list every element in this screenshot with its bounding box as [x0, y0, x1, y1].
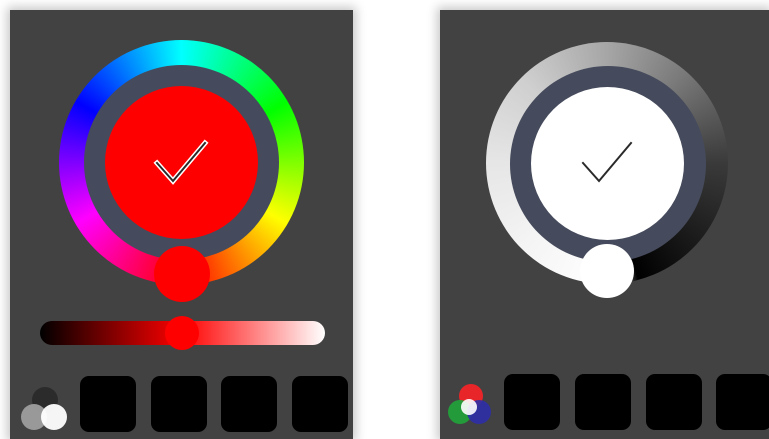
grayscale-ring-knob[interactable]: [580, 244, 634, 298]
preset-slot-3[interactable]: [646, 374, 702, 430]
grayscale-mode-icon[interactable]: [19, 384, 69, 434]
selected-color-swatch[interactable]: [105, 86, 258, 239]
white-picker-panel: [440, 10, 769, 439]
rgb-mode-icon[interactable]: [446, 382, 494, 430]
color-picker-screenshot: [0, 0, 769, 439]
preset-slot-2[interactable]: [575, 374, 631, 430]
preset-slot-4[interactable]: [292, 376, 348, 432]
brightness-slider-knob[interactable]: [165, 316, 199, 350]
hue-ring-knob[interactable]: [154, 246, 210, 302]
color-picker-panel: [10, 10, 353, 439]
checkmark-icon: [579, 139, 635, 185]
preset-slot-4[interactable]: [716, 374, 769, 430]
preset-slot-3[interactable]: [221, 376, 277, 432]
preset-slot-1[interactable]: [80, 376, 136, 432]
preset-slot-2[interactable]: [151, 376, 207, 432]
checkmark-icon: [153, 139, 209, 185]
selected-color-swatch[interactable]: [531, 87, 684, 240]
preset-slot-1[interactable]: [504, 374, 560, 430]
